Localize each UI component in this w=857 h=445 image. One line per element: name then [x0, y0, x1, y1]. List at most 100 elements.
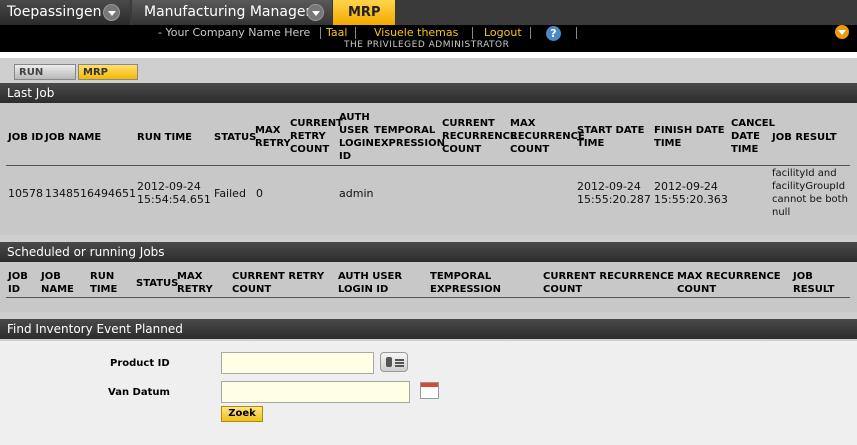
van-datum-input[interactable] [221, 381, 410, 403]
header-line: RECURRENCE [442, 131, 517, 142]
tab-label: MRP [348, 5, 381, 20]
header-line: JOB [8, 271, 28, 282]
lookup-icon[interactable] [380, 352, 408, 372]
col-job-id: JOB ID [8, 132, 44, 143]
header-line: START DATE [577, 125, 645, 136]
header-line: RESULT [793, 284, 835, 295]
header-line: JOB [41, 271, 61, 282]
col-job-result: JOB RESULT [772, 132, 837, 143]
col-status: STATUS [136, 278, 179, 289]
header-line: RETRY [177, 284, 213, 295]
cell-line: cannot be both [772, 194, 848, 205]
col-max-recurrence: MAX RECURRENCE COUNT [677, 270, 781, 296]
header-line: AUTH [339, 112, 370, 123]
divider [530, 27, 531, 39]
col-current-recurrence: CURRENT RECURRENCE COUNT [543, 270, 674, 296]
cell-line: 15:54:54.651 [137, 193, 211, 206]
header-line: JOB [793, 271, 813, 282]
header-line: TEMPORAL [374, 125, 436, 136]
header-line: TIME [90, 284, 118, 295]
header-line: TIME [654, 138, 682, 149]
col-finish-date: FINISH DATE TIME [654, 124, 725, 150]
col-job-name: JOB NAME [45, 132, 102, 143]
cell-job-id: 10578 [8, 187, 43, 200]
col-max-retry: MAX RETRY [177, 270, 213, 296]
search-button[interactable]: Zoek [221, 406, 263, 422]
logout-link[interactable]: Logout [484, 26, 522, 39]
header-line: ID [339, 151, 352, 162]
col-cancel-date: CANCEL DATE TIME [731, 117, 775, 156]
header-line: MAX [255, 125, 281, 136]
header-line: USER [339, 125, 369, 136]
header-line: NAME [41, 284, 74, 295]
chevron-down-icon[interactable] [307, 4, 324, 21]
col-auth-user: AUTH USER LOGIN ID [339, 111, 374, 163]
van-datum-label: Van Datum [108, 387, 170, 398]
cell-line: facilityId and [772, 168, 837, 179]
col-max-recurrence: MAX RECURRENCE COUNT [510, 117, 585, 156]
chevron-down-icon[interactable] [835, 25, 849, 39]
cell-job-name: 1348516494651 [45, 187, 136, 200]
top-nav-bar: Toepassingen Manufacturing Manager MRP [0, 0, 857, 25]
header-line: RUN [90, 271, 115, 282]
find-inventory-header: Find Inventory Event Planned [0, 319, 857, 339]
header-line: RECURRENCE [510, 131, 585, 142]
language-link[interactable]: Taal [326, 26, 347, 39]
header-line: COUNT [677, 284, 717, 295]
cell-max-retry: 0 [256, 187, 263, 200]
calendar-icon[interactable] [420, 382, 439, 399]
cell-line: null [772, 207, 791, 218]
help-icon[interactable]: ? [546, 26, 561, 41]
header-line: RETRY [290, 131, 326, 142]
header-divider [6, 297, 850, 298]
themes-link[interactable]: Visuele themas [374, 26, 458, 39]
col-job-name: JOB NAME [41, 270, 74, 296]
tab-mrp[interactable]: MRP [333, 0, 395, 25]
header-line: COUNT [232, 284, 272, 295]
header-line: TEMPORAL [430, 271, 492, 282]
header-line: TIME [731, 144, 759, 155]
run-mrp-button[interactable]: RUN MRP [14, 64, 76, 94]
tab-manufacturing-manager[interactable]: Manufacturing Manager [132, 0, 332, 25]
header-line: AUTH USER [338, 271, 403, 282]
cell-line: facilityGroupId [772, 181, 846, 192]
header-line: CURRENT [290, 118, 343, 129]
header-line: MAX [177, 271, 203, 282]
company-name: - Your Company Name Here [158, 26, 311, 39]
header-line: DATE [731, 131, 760, 142]
col-current-recurrence: CURRENT RECURRENCE COUNT [442, 117, 517, 156]
header-line: CURRENT RETRY [232, 271, 325, 282]
col-job-result: JOB RESULT [793, 270, 834, 296]
scheduled-jobs-header: Scheduled or running Jobs [0, 242, 857, 262]
header-line: MAX [510, 118, 536, 129]
header-line: MAX RECURRENCE [677, 271, 781, 282]
product-id-input[interactable] [221, 352, 374, 374]
cell-line: 2012-09-24 [654, 180, 718, 193]
header-line: EXPRESSION [430, 284, 501, 295]
divider [320, 27, 321, 39]
col-status: STATUS [214, 132, 257, 143]
cell-line: 2012-09-24 [137, 180, 201, 193]
divider [472, 27, 473, 39]
chevron-down-icon[interactable] [103, 4, 120, 21]
col-current-retry: CURRENT RETRY COUNT [232, 270, 324, 296]
cell-line: 15:55:20.363 [654, 193, 728, 206]
col-run-time: RUN TIME [137, 132, 192, 143]
spacer [0, 52, 857, 58]
header-line: FINISH DATE [654, 125, 725, 136]
header-line: COUNT [442, 144, 482, 155]
header-divider [6, 165, 850, 166]
col-run-time: RUN TIME [90, 270, 117, 296]
cell-job-result: facilityId and facilityGroupId cannot be… [772, 167, 848, 219]
mrp-log-button[interactable]: MRP LOG [78, 64, 138, 94]
col-max-retry: MAX RETRY [255, 124, 291, 150]
header-line: CANCEL [731, 118, 775, 129]
cell-run-time: 2012-09-24 15:54:54.651 [137, 180, 211, 206]
cell-line: 15:55:20.287 [577, 193, 651, 206]
header-line: TIME [577, 138, 605, 149]
cell-status: Failed [214, 187, 246, 200]
header-line: LOGIN [339, 138, 374, 149]
header-line: LOGIN ID [338, 284, 389, 295]
user-info-bar: - Your Company Name Here Taal Visuele th… [0, 25, 857, 52]
col-start-date: START DATE TIME [577, 124, 644, 150]
